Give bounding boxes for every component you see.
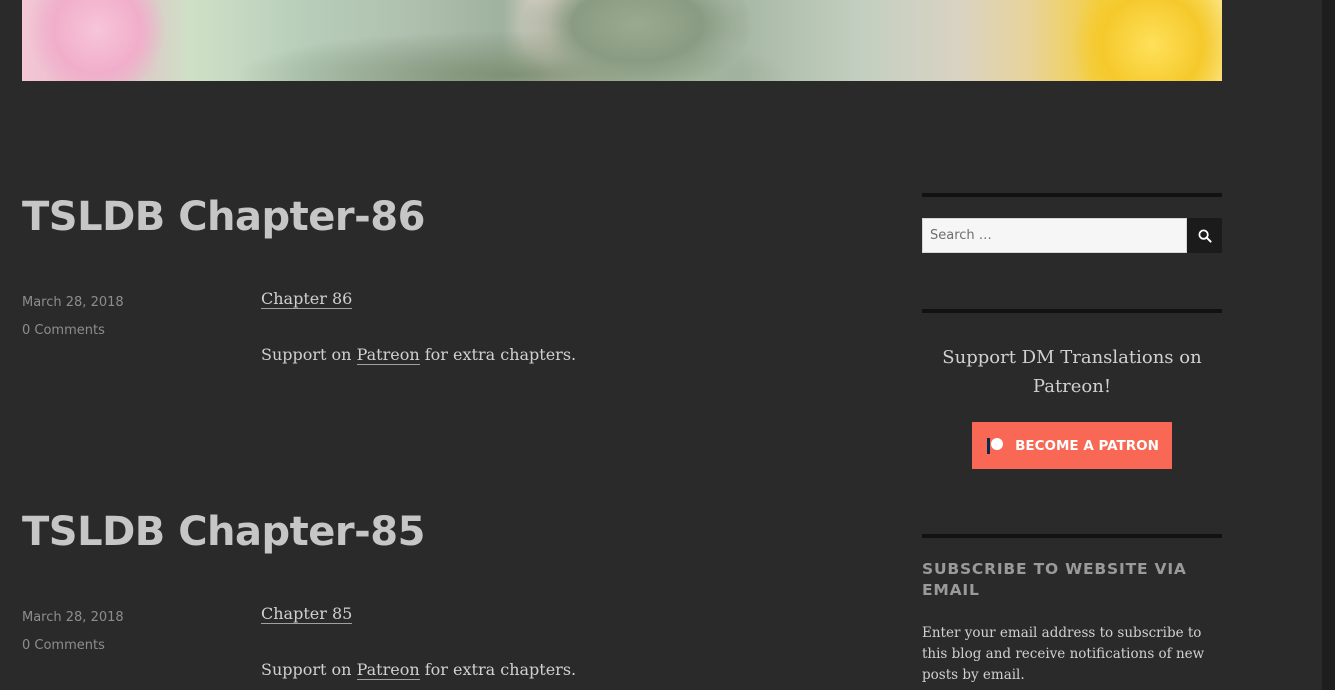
post-content: Chapter 85 Support on Patreon for extra … [261, 600, 861, 684]
support-suffix: for extra chapters. [419, 345, 577, 364]
patreon-link[interactable]: Patreon [356, 345, 420, 365]
post-meta: March 28, 2018 0 Comments [22, 289, 124, 345]
chapter-paragraph: Chapter 86 [261, 285, 861, 313]
post-comments-link[interactable]: 0 Comments [22, 632, 124, 660]
support-suffix: for extra chapters. [419, 660, 577, 679]
banner-hair [522, 0, 752, 81]
support-paragraph: Support on Patreon for extra chapters. [261, 341, 861, 369]
page-scrollbar[interactable] [1322, 0, 1335, 690]
post-title[interactable]: TSLDB Chapter-86 [22, 193, 425, 241]
post-meta: March 28, 2018 0 Comments [22, 604, 124, 660]
subscribe-description: Enter your email address to subscribe to… [922, 625, 1205, 683]
search-form [922, 218, 1222, 253]
header-banner-image[interactable] [22, 0, 1222, 81]
search-icon [1198, 229, 1212, 243]
page: TSLDB Chapter-86 March 28, 2018 0 Commen… [0, 0, 1322, 690]
patreon-logo-icon [987, 437, 1004, 454]
patreon-link[interactable]: Patreon [356, 660, 420, 680]
support-paragraph: Support on Patreon for extra chapters. [261, 656, 861, 684]
banner-yellow-flower [1062, 0, 1222, 81]
chapter-paragraph: Chapter 85 [261, 600, 861, 628]
chapter-link[interactable]: Chapter 85 [261, 604, 353, 624]
subscribe-widget-title: SUBSCRIBE TO WEBSITE VIA EMAIL [922, 560, 1187, 599]
post-date[interactable]: March 28, 2018 [22, 604, 124, 632]
become-patron-button[interactable]: BECOME A PATRON [972, 422, 1172, 469]
widget-divider [922, 309, 1222, 313]
become-patron-label: BECOME A PATRON [1015, 437, 1159, 454]
post-comments-link[interactable]: 0 Comments [22, 317, 124, 345]
search-button[interactable] [1187, 218, 1222, 253]
post-content: Chapter 86 Support on Patreon for extra … [261, 285, 861, 369]
support-prefix: Support on [261, 660, 357, 679]
post-title[interactable]: TSLDB Chapter-85 [22, 508, 425, 556]
banner-pink-flower [22, 0, 172, 81]
widget-divider [922, 534, 1222, 538]
widget-divider [922, 193, 1222, 197]
chapter-link[interactable]: Chapter 86 [261, 289, 353, 309]
patreon-support-text: Support DM Translations on Patreon! [942, 347, 1202, 397]
search-input[interactable] [922, 218, 1187, 253]
support-prefix: Support on [261, 345, 357, 364]
post-date[interactable]: March 28, 2018 [22, 289, 124, 317]
sidebar: Support DM Translations on Patreon! BECO… [922, 193, 1222, 683]
